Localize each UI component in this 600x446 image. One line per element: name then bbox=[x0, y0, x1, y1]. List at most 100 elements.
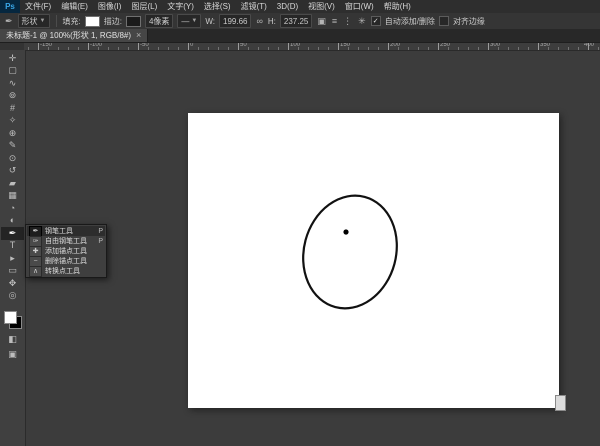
dodge-icon: ◐ bbox=[10, 216, 15, 225]
flyout-item-delete-anchor-tool[interactable]: − 删除锚点工具 bbox=[27, 256, 105, 266]
ellipse-path[interactable] bbox=[291, 185, 409, 319]
stroke-width-field[interactable]: 4像素 bbox=[145, 14, 173, 28]
ruler-label: -150 bbox=[38, 42, 52, 49]
brush-tool[interactable]: ✎ bbox=[1, 140, 24, 153]
color-swatches bbox=[3, 310, 23, 330]
gradient-tool[interactable]: ▦ bbox=[1, 190, 24, 203]
eraser-icon: ▰ bbox=[9, 179, 16, 188]
type-tool[interactable]: T bbox=[1, 240, 24, 253]
quick-selection-icon: ⊚ bbox=[9, 91, 17, 100]
eraser-tool[interactable]: ▰ bbox=[1, 177, 24, 190]
crop-tool[interactable]: # bbox=[1, 102, 24, 115]
quick-mask-icon: ◧ bbox=[8, 335, 17, 344]
zoom-tool[interactable]: ◎ bbox=[1, 290, 24, 303]
stroke-label: 描边: bbox=[104, 16, 122, 27]
close-icon[interactable]: × bbox=[136, 31, 141, 40]
history-brush-tool[interactable]: ↺ bbox=[1, 165, 24, 178]
anchor-dot bbox=[343, 229, 348, 234]
pen-tool-preset-icon[interactable]: ✒ bbox=[4, 17, 14, 26]
menu-view[interactable]: 视图(V) bbox=[303, 0, 340, 13]
ruler-label: 200 bbox=[388, 42, 400, 49]
ruler-label: 400 bbox=[582, 42, 594, 49]
menu-window[interactable]: 窗口(W) bbox=[340, 0, 379, 13]
eyedropper-tool[interactable]: ✧ bbox=[1, 115, 24, 128]
spot-healing-brush-tool[interactable]: ⊕ bbox=[1, 127, 24, 140]
convert-point-icon: ∧ bbox=[29, 266, 42, 277]
width-field[interactable]: 199.66 bbox=[219, 14, 251, 28]
align-edges-label: 对齐边缘 bbox=[453, 16, 485, 27]
pen-tool[interactable]: ✒ bbox=[1, 227, 24, 240]
stroke-style-dropdown[interactable]: — ▼ bbox=[177, 14, 201, 28]
healing-brush-icon: ⊕ bbox=[9, 129, 17, 138]
brush-icon: ✎ bbox=[9, 141, 17, 150]
document-tab-bar: 未标题-1 @ 100%(形状 1, RGB/8#) × bbox=[0, 29, 600, 43]
hand-tool[interactable]: ✥ bbox=[1, 277, 24, 290]
clone-stamp-tool[interactable]: ⊙ bbox=[1, 152, 24, 165]
blur-tool[interactable]: ◔ bbox=[1, 202, 24, 215]
history-brush-icon: ↺ bbox=[9, 166, 17, 175]
ruler-label: -100 bbox=[88, 42, 102, 49]
tool-mode-dropdown[interactable]: 形状 ▼ bbox=[18, 14, 50, 28]
menu-file[interactable]: 文件(F) bbox=[20, 0, 56, 13]
flyout-item-freeform-pen-tool[interactable]: ✑ 自由钢笔工具 P bbox=[27, 236, 105, 246]
menu-3d[interactable]: 3D(D) bbox=[272, 0, 303, 13]
crop-icon: # bbox=[10, 104, 15, 113]
flyout-item-shortcut: P bbox=[98, 238, 103, 245]
move-tool[interactable]: ✛ bbox=[1, 52, 24, 65]
tools-panel: ✛ ▢ ∿ ⊚ # ✧ ⊕ ✎ ⊙ ↺ ▰ ▦ ◔ ◐ ✒ T ▸ ▭ ✥ ◎ … bbox=[0, 50, 26, 446]
menu-select[interactable]: 选择(S) bbox=[199, 0, 236, 13]
tool-mode-value: 形状 bbox=[22, 16, 38, 27]
document-title: 未标题-1 @ 100%(形状 1, RGB/8#) bbox=[6, 30, 131, 41]
dodge-tool[interactable]: ◐ bbox=[1, 215, 24, 228]
ruler-label: 300 bbox=[488, 42, 500, 49]
path-alignment-icon[interactable]: ≡ bbox=[331, 17, 338, 26]
quick-mask-button[interactable]: ◧ bbox=[1, 333, 24, 346]
align-edges-checkbox[interactable] bbox=[439, 16, 449, 26]
horizontal-ruler[interactable]: -150 -100 -50 0 50 100 150 200 250 300 3… bbox=[24, 42, 600, 51]
path-operations-icon[interactable]: ▣ bbox=[316, 17, 327, 26]
stroke-color-swatch[interactable] bbox=[126, 16, 141, 27]
ruler-label: 350 bbox=[538, 42, 550, 49]
path-arrangement-icon[interactable]: ⋮ bbox=[342, 17, 353, 26]
width-label: W: bbox=[205, 17, 215, 26]
menu-layer[interactable]: 图层(L) bbox=[126, 0, 162, 13]
move-icon: ✛ bbox=[9, 54, 17, 63]
fill-color-swatch[interactable] bbox=[85, 16, 100, 27]
flyout-item-shortcut: P bbox=[98, 228, 103, 235]
chevron-down-icon: ▼ bbox=[40, 18, 46, 24]
menu-image[interactable]: 图像(I) bbox=[93, 0, 127, 13]
document-tab[interactable]: 未标题-1 @ 100%(形状 1, RGB/8#) × bbox=[0, 29, 148, 42]
auto-add-delete-checkbox[interactable]: ✓ bbox=[371, 16, 381, 26]
ruler-label: 0 bbox=[188, 42, 193, 49]
height-field[interactable]: 237.25 bbox=[280, 14, 312, 28]
rectangular-marquee-tool[interactable]: ▢ bbox=[1, 65, 24, 78]
foreground-color-swatch[interactable] bbox=[4, 311, 17, 324]
pen-tool-flyout-menu: ✒ 钢笔工具 P ✑ 自由钢笔工具 P ✚ 添加锚点工具 − 删除锚点工具 ∧ … bbox=[25, 224, 107, 278]
link-dimensions-icon[interactable]: ∞ bbox=[255, 17, 263, 26]
eyedropper-icon: ✧ bbox=[9, 116, 17, 125]
gear-icon[interactable]: ✳ bbox=[357, 17, 367, 26]
fill-label: 填充: bbox=[63, 16, 81, 27]
divider bbox=[56, 15, 57, 27]
photoshop-window: Ps 文件(F) 编辑(E) 图像(I) 图层(L) 文字(Y) 选择(S) 滤… bbox=[0, 0, 600, 446]
zoom-icon: ◎ bbox=[9, 291, 17, 300]
screen-mode-button[interactable]: ▣ bbox=[1, 349, 24, 362]
menu-help[interactable]: 帮助(H) bbox=[379, 0, 416, 13]
scrollbar-thumb[interactable] bbox=[555, 395, 566, 411]
clone-stamp-icon: ⊙ bbox=[9, 154, 17, 163]
rectangle-tool[interactable]: ▭ bbox=[1, 265, 24, 278]
flyout-item-add-anchor-tool[interactable]: ✚ 添加锚点工具 bbox=[27, 246, 105, 256]
menu-type[interactable]: 文字(Y) bbox=[162, 0, 199, 13]
rectangle-icon: ▭ bbox=[8, 266, 17, 275]
flyout-item-convert-point-tool[interactable]: ∧ 转换点工具 bbox=[27, 266, 105, 276]
type-icon: T bbox=[10, 241, 16, 250]
ruler-label: 100 bbox=[288, 42, 300, 49]
stroke-style-value: — bbox=[181, 17, 189, 26]
flyout-item-pen-tool[interactable]: ✒ 钢笔工具 P bbox=[27, 226, 105, 236]
menu-edit[interactable]: 编辑(E) bbox=[56, 0, 93, 13]
path-selection-tool[interactable]: ▸ bbox=[1, 252, 24, 265]
lasso-tool[interactable]: ∿ bbox=[1, 77, 24, 90]
menu-filter[interactable]: 滤镜(T) bbox=[236, 0, 272, 13]
document-canvas[interactable] bbox=[188, 113, 559, 408]
quick-selection-tool[interactable]: ⊚ bbox=[1, 90, 24, 103]
